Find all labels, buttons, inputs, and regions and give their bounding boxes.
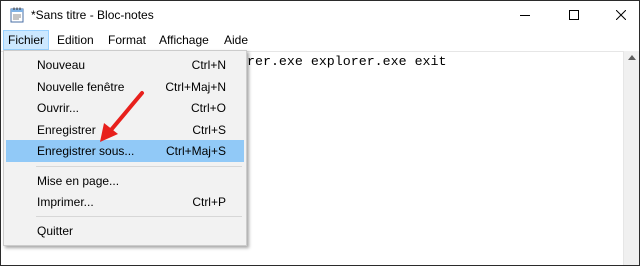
menu-item-label: Ouvrir... bbox=[37, 101, 80, 115]
menu-fichier[interactable]: Fichier bbox=[3, 30, 50, 50]
menu-item-label: Enregistrer bbox=[37, 123, 96, 137]
menu-item-quitter[interactable]: Quitter bbox=[6, 220, 244, 242]
menu-separator bbox=[36, 166, 242, 167]
menu-affichage[interactable]: Affichage bbox=[155, 30, 213, 50]
menu-item-ouvrir[interactable]: Ouvrir... Ctrl+O bbox=[6, 97, 244, 119]
menu-edition[interactable]: Edition bbox=[53, 30, 98, 50]
menu-item-imprimer[interactable]: Imprimer... Ctrl+P bbox=[6, 191, 244, 213]
notepad-icon bbox=[10, 7, 24, 23]
menu-item-shortcut: Ctrl+O bbox=[190, 101, 226, 115]
title-bar[interactable]: *Sans titre - Bloc-notes bbox=[1, 1, 639, 29]
menu-item-label: Enregistrer sous... bbox=[37, 144, 135, 158]
menu-item-mise-en-page[interactable]: Mise en page... bbox=[6, 170, 244, 192]
menu-item-shortcut: Ctrl+N bbox=[191, 58, 226, 72]
menu-item-shortcut: Ctrl+Maj+S bbox=[165, 144, 226, 158]
scroll-up-arrow-icon[interactable] bbox=[628, 55, 636, 60]
menu-item-label: Nouvelle fenêtre bbox=[37, 80, 125, 94]
menu-item-enregistrer-sous[interactable]: Enregistrer sous... Ctrl+Maj+S bbox=[6, 140, 244, 162]
close-icon bbox=[616, 10, 626, 20]
minimize-button[interactable] bbox=[502, 1, 548, 29]
menu-item-nouvelle-fenetre[interactable]: Nouvelle fenêtre Ctrl+Maj+N bbox=[6, 76, 244, 98]
notepad-window: *Sans titre - Bloc-notes Fichier Edition… bbox=[0, 0, 640, 266]
menu-format[interactable]: Format bbox=[104, 30, 150, 50]
menu-item-shortcut: Ctrl+Maj+N bbox=[165, 80, 226, 94]
menu-item-label: Imprimer... bbox=[37, 195, 94, 209]
menu-item-label: Mise en page... bbox=[37, 174, 120, 188]
minimize-icon bbox=[520, 15, 530, 16]
menu-separator bbox=[36, 216, 242, 217]
menu-aide[interactable]: Aide bbox=[220, 30, 252, 50]
close-button[interactable] bbox=[598, 1, 639, 29]
menu-bar: Fichier Edition Format Affichage Aide bbox=[1, 30, 639, 50]
menu-item-label: Quitter bbox=[37, 224, 74, 238]
menu-item-label: Nouveau bbox=[37, 58, 86, 72]
maximize-icon bbox=[569, 10, 579, 20]
menu-item-enregistrer[interactable]: Enregistrer Ctrl+S bbox=[6, 119, 244, 141]
maximize-button[interactable] bbox=[551, 1, 597, 29]
vertical-scrollbar[interactable] bbox=[623, 51, 639, 265]
menu-item-shortcut: Ctrl+S bbox=[192, 123, 226, 137]
menu-item-nouveau[interactable]: Nouveau Ctrl+N bbox=[6, 54, 244, 76]
menu-item-shortcut: Ctrl+P bbox=[192, 195, 226, 209]
editor-content[interactable]: rer.exe explorer.exe exit bbox=[247, 54, 447, 69]
file-menu-dropdown: Nouveau Ctrl+N Nouvelle fenêtre Ctrl+Maj… bbox=[3, 50, 247, 246]
window-title: *Sans titre - Bloc-notes bbox=[31, 8, 154, 22]
